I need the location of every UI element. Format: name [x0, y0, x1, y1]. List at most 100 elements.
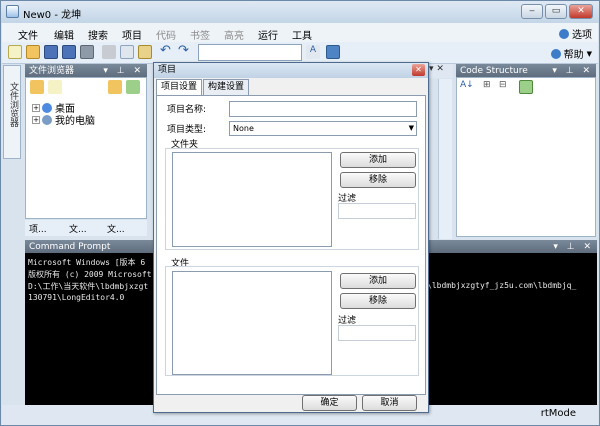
image-icon[interactable]: [326, 45, 340, 59]
toolbar: ↶ ↷ A 帮助 ▼: [2, 42, 598, 64]
help-icon: [550, 48, 561, 59]
desktop-icon: [42, 102, 52, 113]
expand-all-icon[interactable]: ⊞: [483, 80, 497, 94]
tab-project[interactable]: 项...: [29, 222, 47, 235]
menu-file[interactable]: 文件: [18, 27, 38, 42]
new-file-icon[interactable]: [8, 45, 22, 59]
help-menu[interactable]: 帮助 ▼: [550, 46, 592, 61]
project-type-label: 项目类型:: [167, 125, 207, 135]
project-dialog: 项目 ✕ 项目设置 构建设置 项目名称: 项目类型: None ▼ 文件夹 添加…: [153, 62, 429, 413]
menu-run[interactable]: 运行: [258, 27, 278, 42]
dialog-body: 项目名称: 项目类型: None ▼ 文件夹 添加 移除 过滤 文件 添加 移除…: [156, 95, 426, 395]
dialog-title: 项目: [158, 65, 177, 75]
tab-build-settings[interactable]: 构建设置: [203, 79, 250, 95]
console-line: D:\工作\当天软件\lbdmbjxzgt: [28, 282, 149, 291]
command-prompt-title: Command Prompt: [29, 242, 111, 252]
file-remove-button[interactable]: 移除: [340, 293, 416, 309]
code-structure-panel: A↓ ⊞ ⊟: [456, 77, 596, 237]
editor-controls: ▾ ✕: [429, 64, 453, 78]
panel-pin-icon[interactable]: ▾ ⊥ ✕: [103, 64, 144, 78]
save-icon[interactable]: [44, 45, 58, 59]
tree-item-my-computer[interactable]: + 我的电脑: [32, 112, 95, 127]
help-label: 帮助: [563, 50, 584, 61]
menu-highlight[interactable]: 高亮: [224, 27, 244, 42]
copy-icon[interactable]: [120, 45, 134, 59]
open-folder-icon[interactable]: [26, 45, 40, 59]
cancel-button[interactable]: 取消: [362, 395, 417, 411]
computer-icon: [42, 114, 52, 125]
project-name-input[interactable]: [229, 101, 417, 117]
file-filter-input[interactable]: [338, 325, 416, 341]
folder-up-icon[interactable]: [30, 80, 44, 94]
gear-icon: [559, 28, 569, 39]
undo-icon[interactable]: ↶: [160, 44, 174, 59]
project-name-label: 项目名称:: [167, 105, 207, 115]
app-icon: [6, 5, 19, 18]
tab-project-settings[interactable]: 项目设置: [156, 79, 203, 96]
refresh-icon[interactable]: [519, 80, 533, 94]
folder-filter-input[interactable]: [338, 203, 416, 219]
save-all-icon[interactable]: [62, 45, 76, 59]
open-folder-icon[interactable]: [108, 80, 122, 94]
console-line-tail: \lbdmbjxzgtyf_jz5u.com\lbdmbjq_: [427, 281, 577, 290]
redo-icon[interactable]: ↷: [178, 44, 192, 59]
file-browser-title: 文件浏览器: [29, 66, 75, 76]
collapse-all-icon[interactable]: ⊟: [499, 80, 513, 94]
tab-file-2[interactable]: 文...: [107, 222, 125, 235]
print-icon[interactable]: [80, 45, 94, 59]
close-button[interactable]: ✕: [569, 4, 593, 19]
expand-icon[interactable]: +: [32, 115, 40, 124]
project-type-value: None: [233, 124, 254, 133]
new-item-icon[interactable]: [48, 80, 62, 94]
dialog-title-bar: 项目 ✕: [154, 63, 428, 78]
panel-pin-icon[interactable]: ▾ ⊥ ✕: [553, 240, 594, 254]
search-combo[interactable]: [198, 44, 302, 61]
file-add-button[interactable]: 添加: [340, 273, 416, 289]
tree-label: 我的电脑: [55, 116, 95, 127]
editor-scrollbar[interactable]: [438, 79, 452, 239]
chevron-down-icon: ▼: [586, 49, 592, 58]
menu-search[interactable]: 搜索: [88, 27, 108, 42]
cut-icon[interactable]: [102, 45, 116, 59]
menu-edit[interactable]: 编辑: [54, 27, 74, 42]
main-window: New0 - 龙坤 ‒ ▭ ✕ 文件 编辑 搜索 项目 代码 书签 高亮 运行 …: [0, 0, 600, 426]
expand-icon[interactable]: +: [32, 103, 40, 112]
minimize-button[interactable]: ‒: [521, 4, 543, 19]
code-structure-title: Code Structure: [460, 66, 528, 76]
status-mode: rtMode: [540, 408, 576, 419]
menu-bookmark[interactable]: 书签: [190, 27, 210, 42]
side-tab-file-browser[interactable]: 文件浏览器: [3, 65, 21, 159]
refresh-icon[interactable]: [126, 80, 140, 94]
menu-project[interactable]: 项目: [122, 27, 142, 42]
project-type-select[interactable]: None ▼: [229, 121, 417, 136]
tab-file-1[interactable]: 文...: [69, 222, 87, 235]
find-icon[interactable]: A: [306, 45, 320, 59]
paste-icon[interactable]: [138, 45, 152, 59]
window-title: New0 - 龙坤: [23, 10, 82, 21]
file-list[interactable]: [172, 271, 332, 375]
console-line: Microsoft Windows [版本 6: [28, 258, 146, 267]
options-label: 选项: [572, 30, 592, 41]
title-bar: New0 - 龙坤 ‒ ▭ ✕: [1, 1, 599, 23]
folder-list[interactable]: [172, 152, 332, 247]
menu-bar: 文件 编辑 搜索 项目 代码 书签 高亮 运行 工具 选项: [2, 23, 598, 42]
maximize-button[interactable]: ▭: [545, 4, 567, 19]
editor-close-icon[interactable]: ▾ ✕: [429, 64, 444, 74]
file-browser-panel: + 桌面 + 我的电脑: [25, 77, 147, 219]
console-line: 130791\LongEditor4.0: [28, 293, 125, 302]
panel-pin-icon[interactable]: ▾ ⊥ ✕: [552, 64, 593, 78]
console-line: 版权所有 (c) 2009 Microsoft: [28, 270, 152, 279]
dialog-close-button[interactable]: ✕: [412, 64, 425, 76]
code-structure-title-bar: Code Structure ▾ ⊥ ✕: [456, 64, 596, 78]
sort-icon[interactable]: A↓: [460, 80, 474, 94]
menu-code[interactable]: 代码: [156, 27, 176, 42]
file-browser-tabs: 项... 文... 文...: [25, 220, 147, 236]
menu-tools[interactable]: 工具: [292, 27, 312, 42]
folder-add-button[interactable]: 添加: [340, 152, 416, 168]
chevron-down-icon: ▼: [408, 124, 414, 132]
file-group: 添加 移除 过滤: [165, 266, 419, 376]
folder-remove-button[interactable]: 移除: [340, 172, 416, 188]
file-browser-title-bar: 文件浏览器 ▾ ⊥ ✕: [25, 64, 147, 78]
options-menu[interactable]: 选项: [559, 26, 592, 41]
ok-button[interactable]: 确定: [302, 395, 357, 411]
